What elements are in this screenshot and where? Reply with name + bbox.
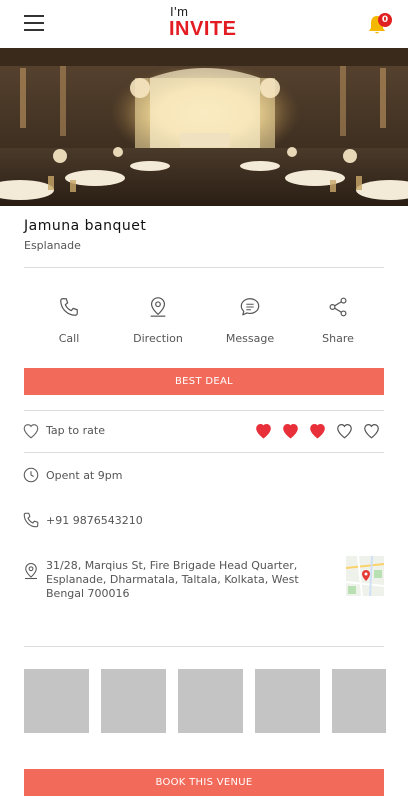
heart-filled-icon[interactable]: [254, 422, 273, 440]
logo-prefix: I'm: [170, 4, 189, 19]
divider: [24, 410, 384, 411]
venue-name: Jamuna banquet: [24, 218, 147, 234]
venue-address: 31/28, Marqius St, Fire Brigade Head Qua…: [46, 559, 299, 600]
gallery-thumbnail[interactable]: [101, 669, 166, 733]
share-icon: [329, 297, 347, 317]
divider: [24, 646, 384, 647]
share-label: Share: [322, 332, 354, 345]
direction-label: Direction: [133, 332, 183, 345]
divider: [24, 452, 384, 453]
call-button[interactable]: Call: [33, 296, 105, 352]
notification-badge: 0: [378, 13, 392, 27]
rating-row: Tap to rate: [22, 421, 384, 441]
opening-hours: Opent at 9pm: [46, 469, 123, 482]
clock-icon: [23, 467, 39, 483]
venue-area: Esplanade: [24, 239, 81, 252]
phone-icon: [60, 298, 78, 316]
heart-outline-icon[interactable]: [22, 422, 40, 440]
heart-outline-icon[interactable]: [335, 422, 354, 440]
gallery-thumbnail[interactable]: [178, 669, 243, 733]
map-thumbnail[interactable]: [346, 556, 384, 596]
tap-to-rate-label: Tap to rate: [46, 424, 106, 437]
best-deal-button[interactable]: BEST DEAL: [24, 368, 384, 395]
rating-hearts: [254, 422, 384, 440]
share-button[interactable]: Share: [302, 296, 374, 352]
heart-filled-icon[interactable]: [308, 422, 327, 440]
gallery-thumbnail[interactable]: [332, 669, 386, 733]
phone-number[interactable]: +91 9876543210: [46, 514, 143, 527]
heart-filled-icon[interactable]: [281, 422, 300, 440]
location-pin-icon: [150, 297, 166, 317]
divider: [24, 267, 384, 268]
app-logo: I'm INVITE: [166, 4, 246, 40]
book-venue-button[interactable]: BOOK THIS VENUE: [24, 769, 384, 796]
direction-button[interactable]: Direction: [122, 296, 194, 352]
phone-icon: [23, 512, 39, 528]
location-pin-icon: [25, 562, 37, 580]
message-button[interactable]: Message: [214, 296, 286, 352]
message-label: Message: [225, 332, 275, 345]
message-icon: [240, 298, 260, 316]
call-label: Call: [58, 332, 80, 345]
gallery-thumbnail[interactable]: [24, 669, 89, 733]
hamburger-menu-icon[interactable]: [24, 15, 44, 31]
gallery-thumbnail[interactable]: [255, 669, 320, 733]
logo-wordmark: INVITE: [169, 18, 237, 40]
venue-hero-image: [0, 48, 408, 206]
heart-outline-icon[interactable]: [362, 422, 381, 440]
app-header: I'm INVITE 0: [0, 0, 408, 48]
